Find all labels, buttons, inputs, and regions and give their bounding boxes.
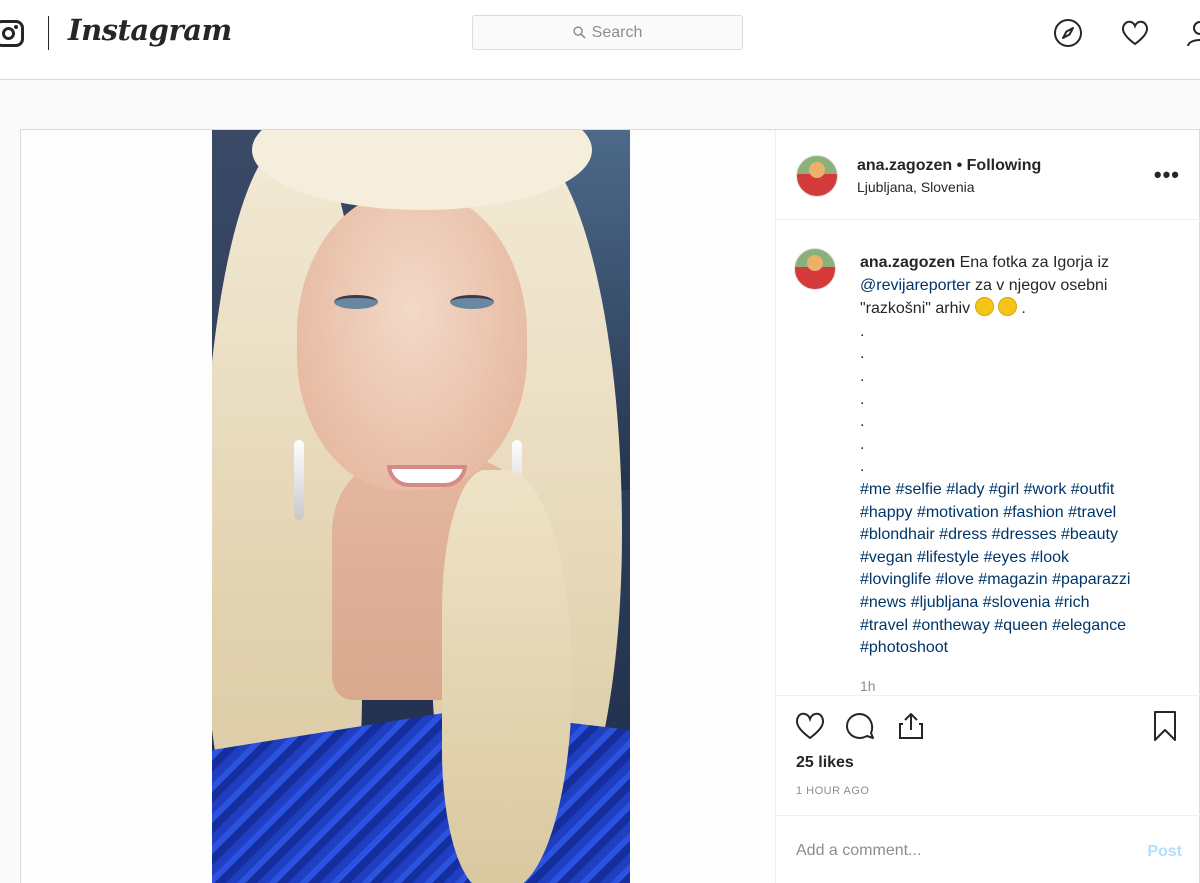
likes-count[interactable]: 25 likes <box>796 754 854 772</box>
explore-compass-icon[interactable] <box>1053 18 1083 48</box>
hashtag-line[interactable]: #lovinglife #love #magazin #paparazzi <box>860 569 1180 592</box>
avatar[interactable] <box>796 155 838 197</box>
post-comment-button[interactable]: Post <box>1147 843 1182 861</box>
post-photo[interactable] <box>212 130 630 883</box>
comment-icon[interactable] <box>843 709 877 743</box>
like-heart-icon[interactable] <box>793 709 827 743</box>
hashtag-line[interactable]: #blondhair #dress #dresses #beauty <box>860 524 1180 547</box>
add-comment-section: Post <box>776 815 1200 883</box>
post-sidebar: ana.zagozen • Following Ljubljana, Slove… <box>775 130 1200 883</box>
post-author-line: ana.zagozen • Following <box>857 157 1041 175</box>
grinning-squinting-face-emoji <box>997 297 1017 317</box>
photo-mouth <box>387 465 467 487</box>
profile-icon[interactable] <box>1185 18 1200 48</box>
photo-hair-front <box>442 470 572 883</box>
caption-dot-line: . <box>860 322 865 340</box>
caption-dot-line: . <box>860 367 865 385</box>
caption-hashtags: #me #selfie #lady #girl #work #outfit #h… <box>860 479 1180 660</box>
post-card: ana.zagozen • Following Ljubljana, Slove… <box>20 129 1200 883</box>
post-caption: ana.zagozen Ena fotka za Igorja iz @revi… <box>860 252 1180 660</box>
hashtag-line[interactable]: #happy #motivation #fashion #travel <box>860 502 1180 525</box>
hashtag-line[interactable]: #me #selfie #lady #girl #work #outfit <box>860 479 1180 502</box>
winking-face-emoji <box>974 297 994 317</box>
post-media-area <box>21 130 775 883</box>
search-input[interactable]: Search <box>472 15 743 50</box>
caption-time: 1h <box>860 678 876 692</box>
hashtag-line[interactable]: #photoshoot <box>860 637 1180 660</box>
caption-dot-line: . <box>860 435 865 453</box>
brand-divider <box>48 16 49 50</box>
photo-eye-left <box>334 295 378 309</box>
caption-avatar[interactable] <box>794 248 836 290</box>
search-icon <box>573 26 586 39</box>
comment-input[interactable] <box>796 842 1126 860</box>
caption-dot-line: . <box>860 413 865 431</box>
search-placeholder: Search <box>591 23 643 41</box>
instagram-lens <box>2 27 15 40</box>
separator: • <box>956 157 963 174</box>
follow-status[interactable]: Following <box>967 157 1042 174</box>
hashtag-line[interactable]: #vegan #lifestyle #eyes #look <box>860 547 1180 570</box>
post-location[interactable]: Ljubljana, Slovenia <box>857 179 975 195</box>
save-bookmark-icon[interactable] <box>1148 709 1182 743</box>
instagram-wordmark[interactable]: Instagram <box>68 13 232 47</box>
share-icon[interactable] <box>894 709 928 743</box>
post-header: ana.zagozen • Following Ljubljana, Slove… <box>776 130 1200 220</box>
activity-heart-icon[interactable] <box>1120 18 1150 48</box>
hashtag-line[interactable]: #news #ljubljana #slovenia #rich <box>860 592 1180 615</box>
caption-dot-line: . <box>860 345 865 363</box>
instagram-dot <box>14 25 18 29</box>
post-actions: 25 likes 1 HOUR AGO <box>776 695 1200 815</box>
caption-text: Ena fotka za Igorja iz <box>959 254 1110 271</box>
photo-face <box>297 190 527 490</box>
hashtag-line[interactable]: #travel #ontheway #queen #elegance <box>860 615 1180 638</box>
caption-dot-line: . <box>860 390 865 408</box>
photo-eye-right <box>450 295 494 309</box>
more-options-icon[interactable]: ••• <box>1154 162 1180 188</box>
photo-earring-left <box>294 440 304 520</box>
top-navigation-bar: Instagram Search <box>0 0 1200 80</box>
caption-dot-line: . <box>860 458 865 476</box>
caption-text-end: . <box>1021 300 1026 318</box>
caption-mention[interactable]: @revijareporter <box>860 277 971 294</box>
author-username[interactable]: ana.zagozen <box>857 157 952 174</box>
caption-username[interactable]: ana.zagozen <box>860 254 955 271</box>
post-timestamp[interactable]: 1 HOUR AGO <box>796 785 869 797</box>
instagram-glyph-icon[interactable] <box>0 20 24 47</box>
